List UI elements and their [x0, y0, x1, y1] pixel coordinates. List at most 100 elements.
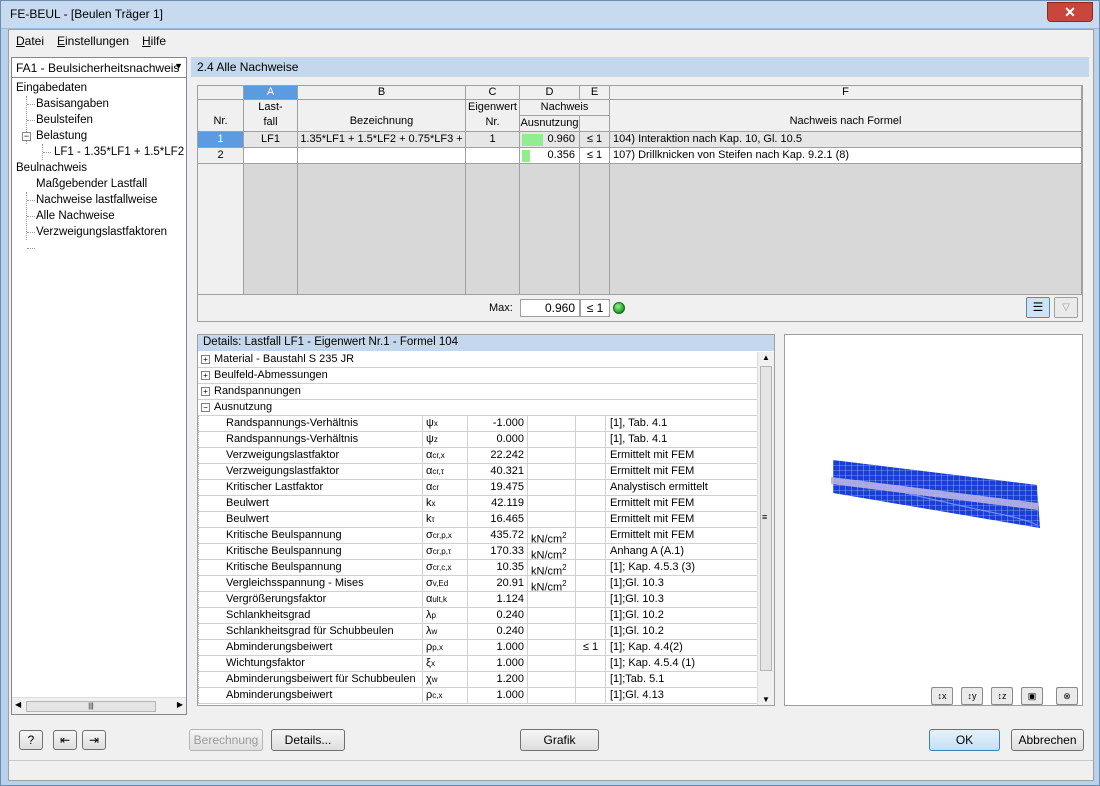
- cell-lastfall[interactable]: LF1: [244, 132, 298, 148]
- details-row[interactable]: Beulwert kτ 16.465 Ermittelt mit FEM: [198, 512, 757, 528]
- cell-formel[interactable]: 107) Drillknicken von Steifen nach Kap. …: [610, 148, 1082, 164]
- row-number[interactable]: 1: [198, 132, 244, 148]
- details-group[interactable]: + Material - Baustahl S 235 JR: [198, 352, 757, 368]
- header-formel: Nachweis nach Formel: [610, 100, 1082, 132]
- col-letter-b[interactable]: B: [298, 86, 466, 100]
- scroll-right-icon[interactable]: ▶: [177, 700, 183, 709]
- tree-item-massgebender-lastfall[interactable]: Maßgebender Lastfall: [36, 176, 147, 192]
- details-row[interactable]: Abminderungsbeiwert ρc,x 1.000 [1];Gl. 4.13: [198, 688, 757, 704]
- collapse-icon[interactable]: −: [22, 132, 31, 141]
- details-row[interactable]: Vergleichsspannung - Mises σv,Ed 20.91 kN/c…: [198, 576, 757, 592]
- cancel-button[interactable]: Abbrechen: [1011, 729, 1084, 751]
- case-select[interactable]: FA1 - Beulsicherheitsnachweis ▼: [12, 58, 186, 78]
- tree-item-lf1[interactable]: LF1 - 1.35*LF1 + 1.5*LF2 + 0.75*LF3 +: [54, 144, 186, 160]
- cell-le[interactable]: ≤ 1: [580, 148, 610, 164]
- detail-unit: [528, 512, 576, 527]
- expand-icon[interactable]: +: [201, 355, 210, 364]
- detail-unit: [528, 416, 576, 431]
- scroll-thumb[interactable]: ≡: [760, 366, 772, 671]
- grafik-button[interactable]: Grafik: [520, 729, 599, 751]
- tree-item-belastung[interactable]: Belastung: [36, 128, 87, 144]
- detail-symbol: ψz: [423, 432, 468, 447]
- scroll-left-icon[interactable]: ◀: [15, 700, 21, 709]
- details-row[interactable]: Verzweigungslastfaktor αcr,x 22.242 Ermitte…: [198, 448, 757, 464]
- details-row[interactable]: Kritische Beulspannung σcr,p,x 435.72 kN/cm…: [198, 528, 757, 544]
- details-row[interactable]: Verzweigungslastfaktor αcr,τ 40.321 Ermitte…: [198, 464, 757, 480]
- cell-le[interactable]: ≤ 1: [580, 132, 610, 148]
- detail-symbol: kτ: [423, 512, 468, 527]
- details-button[interactable]: Details...: [271, 729, 345, 751]
- details-row[interactable]: Abminderungsbeiwert für Schubbeulen χw 1.2…: [198, 672, 757, 688]
- cell-eigenwert[interactable]: 1: [466, 132, 520, 148]
- collapse-icon[interactable]: −: [201, 403, 210, 412]
- detail-le: [576, 416, 606, 431]
- menu-einstellungen[interactable]: Einstellungen: [57, 34, 129, 48]
- col-letter-e[interactable]: E: [580, 86, 610, 100]
- z-view-icon[interactable]: ↕z: [991, 687, 1013, 705]
- col-letter-c[interactable]: C: [466, 86, 520, 100]
- tree-item-beulsteifen[interactable]: Beulsteifen: [36, 112, 93, 128]
- y-view-icon[interactable]: ↕y: [961, 687, 983, 705]
- col-letter-d[interactable]: D: [520, 86, 580, 100]
- cell-bezeichnung[interactable]: [298, 148, 466, 164]
- tree-item-eingabedaten[interactable]: Eingabedaten: [16, 80, 87, 96]
- details-row[interactable]: Randspannungs-Verhältnis ψx -1.000 [1], Tab…: [198, 416, 757, 432]
- details-row[interactable]: Abminderungsbeiwert ρp,x 1.000 ≤ 1 [1]; Kap.…: [198, 640, 757, 656]
- detail-symbol: σcr,c,x: [423, 560, 468, 575]
- details-row[interactable]: Kritische Beulspannung σcr,c,x 10.35 kN/cm2…: [198, 560, 757, 576]
- expand-icon[interactable]: +: [201, 387, 210, 396]
- col-letter-a[interactable]: A: [244, 86, 298, 100]
- cell-formel[interactable]: 104) Interaktion nach Kap. 10, Gl. 10.5: [610, 132, 1082, 148]
- tree-item-verzweigungslastfaktoren[interactable]: Verzweigungslastfaktoren: [36, 224, 167, 240]
- detail-value: 10.35: [468, 560, 528, 575]
- col-letter-f[interactable]: F: [610, 86, 1082, 100]
- cell-bezeichnung[interactable]: 1.35*LF1 + 1.5*LF2 + 0.75*LF3 +: [298, 132, 466, 148]
- detail-unit: [528, 496, 576, 511]
- buckling-mode-graphic[interactable]: [785, 335, 1082, 675]
- table-view-icon[interactable]: ☰: [1026, 297, 1050, 318]
- help-icon[interactable]: ?: [19, 730, 43, 750]
- details-row[interactable]: Randspannungs-Verhältnis ψz 0.000 [1], Tab.…: [198, 432, 757, 448]
- details-group[interactable]: + Beulfeld-Abmessungen: [198, 368, 757, 384]
- details-row[interactable]: Kritischer Lastfaktor αcr 19.475 Analystisc…: [198, 480, 757, 496]
- iso-view-icon[interactable]: ▣: [1021, 687, 1043, 705]
- details-row[interactable]: Schlankheitsgrad λp 0.240 [1];Gl. 10.2: [198, 608, 757, 624]
- expand-icon[interactable]: +: [201, 371, 210, 380]
- cell-ausnutzung[interactable]: 0.356: [520, 148, 580, 164]
- tree-item-beulnachweis[interactable]: Beulnachweis: [16, 160, 87, 176]
- import-icon[interactable]: ⇤: [53, 730, 77, 750]
- symbol-subscript: w: [431, 675, 438, 684]
- zoom-reset-icon[interactable]: ⊗: [1056, 687, 1078, 705]
- menu-datei[interactable]: Datei: [16, 34, 44, 48]
- vertical-scrollbar[interactable]: ▲ ≡ ▼: [757, 352, 774, 705]
- details-group[interactable]: + Randspannungen: [198, 384, 757, 400]
- row-number[interactable]: 2: [198, 148, 244, 164]
- ok-button[interactable]: OK: [929, 729, 1000, 751]
- scroll-up-icon[interactable]: ▲: [762, 353, 770, 362]
- tree-item-nachweise-lastfallweise[interactable]: Nachweise lastfallweise: [36, 192, 157, 208]
- scroll-down-icon[interactable]: ▼: [762, 695, 770, 704]
- details-row[interactable]: Beulwert kx 42.119 Ermittelt mit FEM: [198, 496, 757, 512]
- cell-lastfall[interactable]: [244, 148, 298, 164]
- details-row[interactable]: Wichtungsfaktor ξx 1.000 [1]; Kap. 4.5.4 (1…: [198, 656, 757, 672]
- filter-icon[interactable]: ▽: [1054, 297, 1078, 318]
- detail-reference: [1]; Kap. 4.5.3 (3): [610, 561, 695, 573]
- details-row[interactable]: Schlankheitsgrad für Schubbeulen λw 0.240 […: [198, 624, 757, 640]
- details-row[interactable]: Vergrößerungsfaktor αult,k 1.124 [1];Gl. 10…: [198, 592, 757, 608]
- detail-unit: [528, 656, 576, 671]
- horizontal-scrollbar[interactable]: ◀ ||| ▶: [12, 697, 186, 714]
- x-view-icon[interactable]: ↕x: [931, 687, 953, 705]
- chevron-down-icon[interactable]: ▼: [174, 61, 183, 71]
- menu-hilfe[interactable]: Hilfe: [142, 34, 166, 48]
- scroll-thumb[interactable]: |||: [26, 701, 156, 712]
- header-lastfall: Last-fall: [244, 100, 298, 132]
- details-group[interactable]: − Ausnutzung: [198, 400, 757, 416]
- cell-eigenwert[interactable]: [466, 148, 520, 164]
- tree-item-basisangaben[interactable]: Basisangaben: [36, 96, 109, 112]
- export-icon[interactable]: ⇥: [82, 730, 106, 750]
- tree-item-alle-nachweise[interactable]: Alle Nachweise: [36, 208, 115, 224]
- details-row[interactable]: Kritische Beulspannung σcr,p,τ 170.33 kN/cm…: [198, 544, 757, 560]
- close-button[interactable]: ✕: [1047, 2, 1093, 22]
- cell-ausnutzung[interactable]: 0.960: [520, 132, 580, 148]
- berechnung-button[interactable]: Berechnung: [189, 729, 263, 751]
